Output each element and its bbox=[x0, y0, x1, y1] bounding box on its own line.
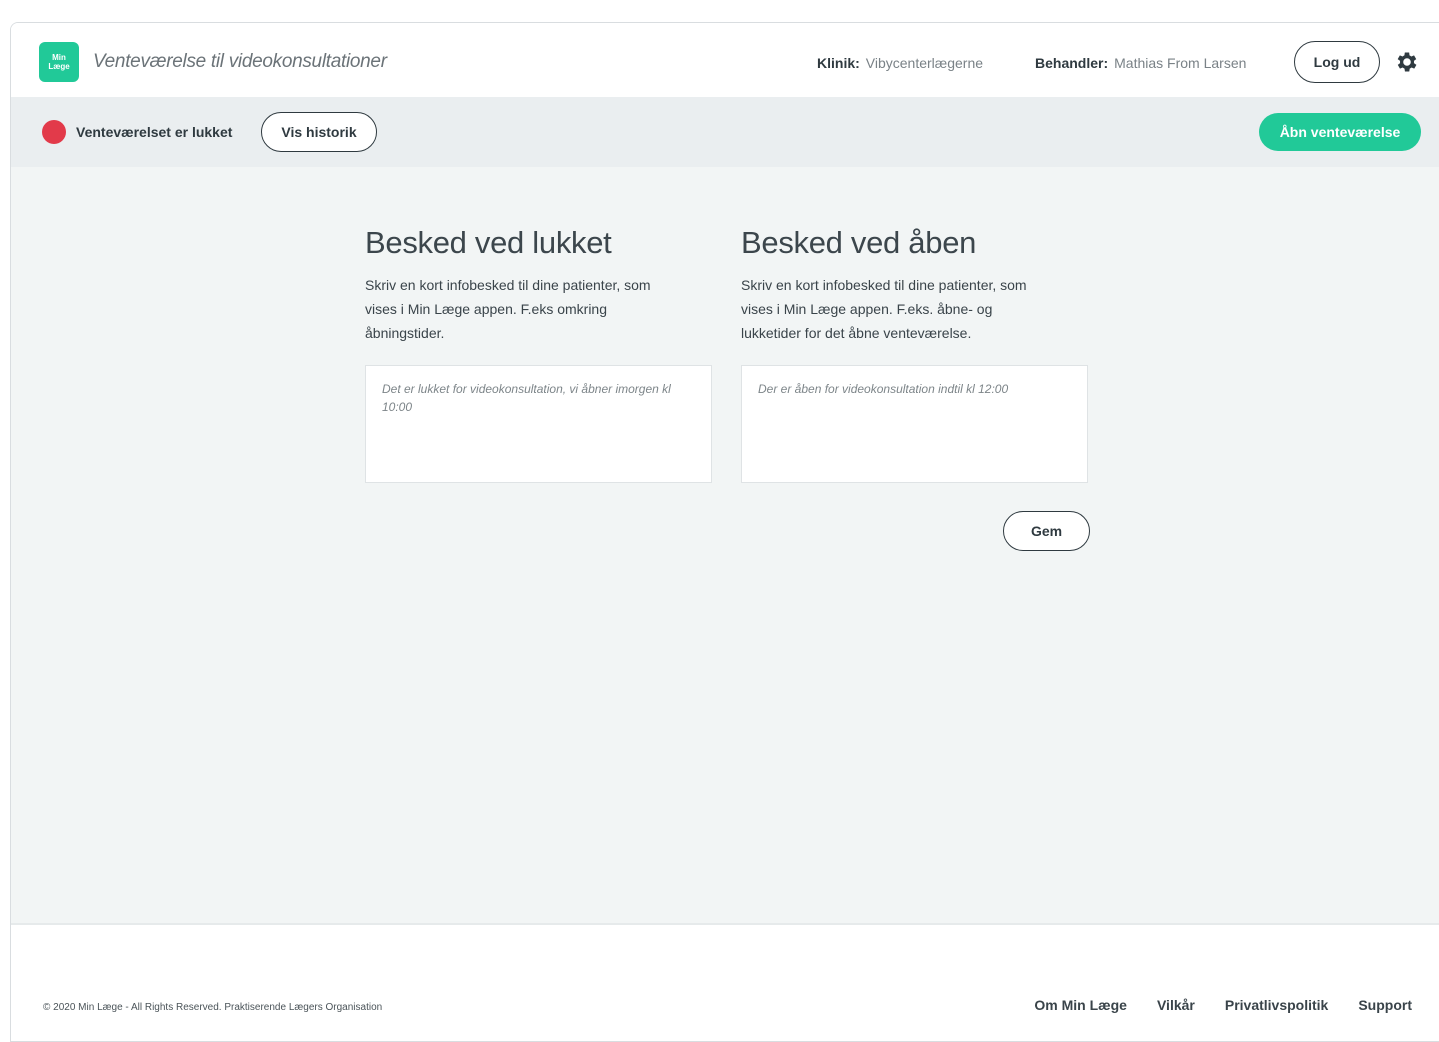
waiting-room-status-bar: Venteværelset er lukket Vis historik Åbn… bbox=[11, 97, 1439, 167]
treater-info: Behandler: Mathias From Larsen bbox=[1035, 55, 1246, 71]
footer-link-support[interactable]: Support bbox=[1358, 997, 1412, 1013]
header: Min Læge Venteværelse til videokonsultat… bbox=[11, 23, 1439, 97]
save-button[interactable]: Gem bbox=[1003, 511, 1090, 551]
clinic-info: Klinik: Vibycenterlægerne bbox=[817, 55, 983, 71]
closed-message-section: Besked ved lukket Skriv en kort infobesk… bbox=[365, 225, 712, 345]
footer: © 2020 Min Læge - All Rights Reserved. P… bbox=[11, 923, 1439, 1041]
gear-icon[interactable] bbox=[1394, 49, 1420, 75]
closed-message-heading: Besked ved lukket bbox=[365, 225, 612, 260]
clinic-value: Vibycenterlægerne bbox=[865, 55, 984, 71]
open-message-input[interactable] bbox=[741, 365, 1088, 483]
app-window: Min Læge Venteværelse til videokonsultat… bbox=[10, 22, 1439, 1042]
app-title: Venteværelse til videokonsultationer bbox=[93, 51, 387, 72]
logo-line-1: Min bbox=[52, 53, 66, 62]
clinic-label: Klinik: bbox=[817, 55, 860, 71]
footer-link-terms[interactable]: Vilkår bbox=[1157, 997, 1195, 1013]
show-history-button[interactable]: Vis historik bbox=[261, 112, 377, 152]
treater-label: Behandler: bbox=[1035, 55, 1109, 71]
closed-message-description: Skriv en kort infobesked til dine patien… bbox=[365, 277, 651, 341]
footer-link-about[interactable]: Om Min Læge bbox=[1034, 997, 1127, 1013]
open-waiting-room-button[interactable]: Åbn venteværelse bbox=[1259, 113, 1421, 151]
open-message-section: Besked ved åben Skriv en kort infobesked… bbox=[741, 225, 1088, 345]
status-indicator bbox=[42, 120, 66, 144]
logout-button[interactable]: Log ud bbox=[1294, 41, 1380, 83]
footer-links: Om Min Læge Vilkår Privatlivspolitik Sup… bbox=[1034, 997, 1412, 1013]
copyright-text: © 2020 Min Læge - All Rights Reserved. P… bbox=[43, 1002, 383, 1013]
logo-line-2: Læge bbox=[48, 62, 70, 71]
treater-value: Mathias From Larsen bbox=[1114, 55, 1247, 71]
open-message-heading: Besked ved åben bbox=[741, 225, 977, 260]
status-text: Venteværelset er lukket bbox=[76, 124, 233, 140]
footer-link-privacy[interactable]: Privatlivspolitik bbox=[1225, 997, 1328, 1013]
min-laege-logo[interactable]: Min Læge bbox=[39, 42, 79, 82]
open-message-description: Skriv en kort infobesked til dine patien… bbox=[741, 277, 1027, 341]
main-content: Besked ved lukket Skriv en kort infobesk… bbox=[11, 167, 1439, 923]
closed-message-input[interactable] bbox=[365, 365, 712, 483]
